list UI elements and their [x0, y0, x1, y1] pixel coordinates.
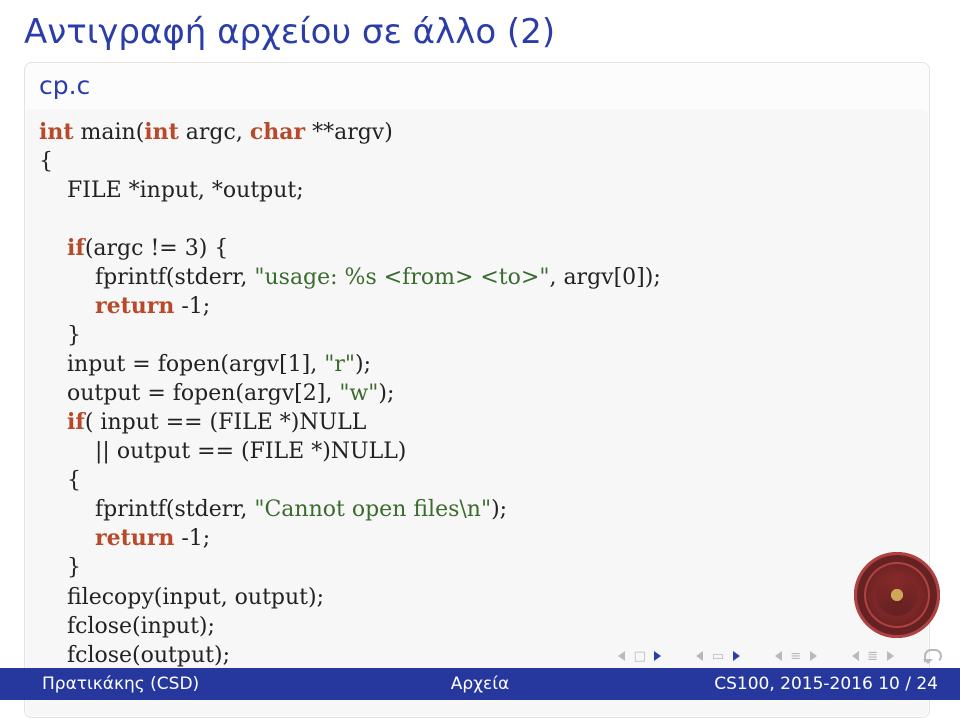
code-text: {: [67, 468, 81, 493]
code-text: fclose(output);: [67, 643, 230, 668]
kw-int: int: [144, 119, 179, 145]
code-text: fclose(input);: [67, 614, 215, 639]
str-r: "r": [324, 352, 355, 377]
code-text: input = fopen(argv[1],: [67, 352, 324, 377]
slide-title: Αντιγραφή αρχείου σε άλλο (2): [24, 12, 936, 52]
code-text: main(: [74, 120, 145, 145]
str-usage: "usage: %s <from> <to>": [254, 265, 549, 290]
code-text: ( input == (FILE *)NULL: [85, 410, 367, 435]
code-text: argc,: [179, 120, 250, 145]
code-text: (argc != 3) {: [85, 236, 228, 261]
kw-if: if: [67, 235, 85, 261]
kw-char: char: [250, 119, 305, 145]
code-text: FILE *input, *output;: [67, 178, 304, 203]
code-text: fprintf(stderr,: [95, 265, 254, 290]
nav-section[interactable]: □: [614, 648, 666, 664]
kw-int: int: [39, 119, 74, 145]
code-text: -1;: [174, 526, 210, 551]
nav-back-forward[interactable]: [924, 649, 942, 663]
code-text: }: [67, 323, 81, 348]
kw-if: if: [67, 409, 85, 435]
nav-frame[interactable]: ≡: [770, 648, 821, 664]
code-text: output = fopen(argv[2],: [67, 381, 339, 406]
str-cannot: "Cannot open files\n": [254, 497, 491, 522]
code-text: }: [67, 555, 81, 580]
code-listing: int main(int argc, char **argv) { FILE *…: [39, 118, 915, 699]
beamer-nav: □ ▭ ≡ ≣: [614, 648, 942, 664]
nav-loop-icon: [924, 649, 942, 663]
kw-return: return: [95, 293, 174, 319]
code-text: || output == (FILE *)NULL): [95, 439, 406, 464]
code-text: filecopy(input, output);: [67, 585, 324, 610]
code-text: **argv): [305, 120, 393, 145]
code-text: {: [39, 149, 53, 174]
block-title: cp.c: [39, 71, 915, 118]
kw-return: return: [95, 525, 174, 551]
code-text: fprintf(stderr,: [95, 497, 254, 522]
code-text: );: [355, 352, 371, 377]
code-text: , argv[0]);: [549, 265, 660, 290]
code-block: cp.c int main(int argc, char **argv) { F…: [24, 62, 930, 718]
str-w: "w": [339, 381, 378, 406]
footer-center: Αρχεία: [0, 674, 960, 694]
code-text: );: [378, 381, 394, 406]
footer-bar: Πρατικάκης (CSD) Αρχεία CS100, 2015-2016…: [0, 668, 960, 700]
code-text: );: [491, 497, 507, 522]
logo-seal: [854, 552, 940, 638]
code-text: -1;: [174, 294, 210, 319]
nav-subsection[interactable]: ▭: [692, 648, 744, 664]
nav-slide[interactable]: ≣: [847, 648, 898, 664]
